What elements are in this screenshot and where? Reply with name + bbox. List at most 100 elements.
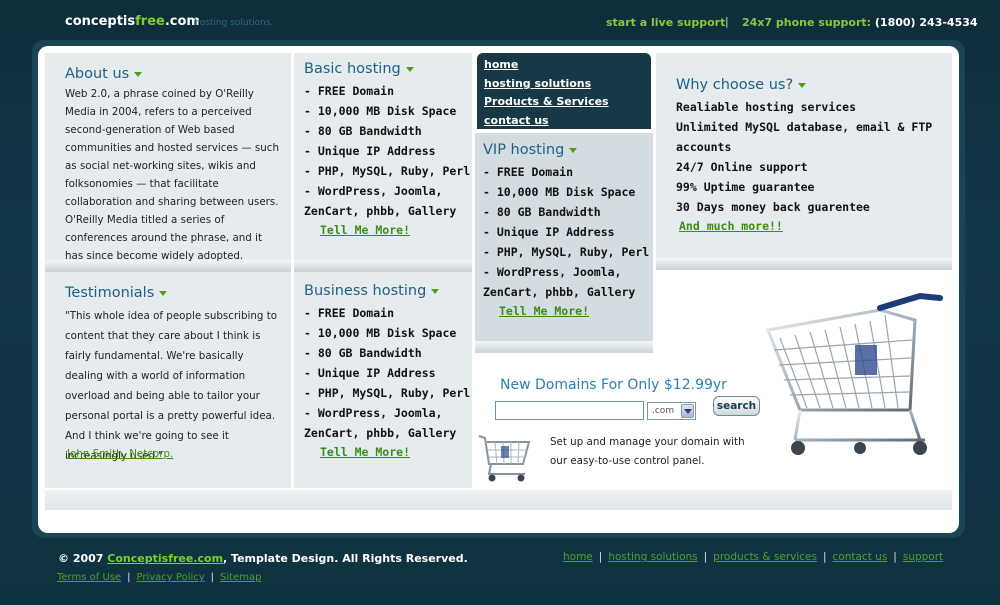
- chevron-down-icon: [431, 288, 440, 294]
- feature-item: - Unique IP Address: [483, 225, 615, 239]
- feature-item: - WordPress, Joomla,: [304, 184, 443, 198]
- feature-item: - FREE Domain: [304, 84, 395, 98]
- footer-legal-links: Terms of Use | Privacy Policy | Sitemap: [57, 572, 261, 583]
- vip-tell-me-more-link[interactable]: Tell Me More!: [499, 304, 589, 318]
- vip-hosting-title-text: VIP hosting: [483, 142, 565, 158]
- business-hosting-title: Business hosting: [304, 283, 440, 299]
- vip-hosting-title: VIP hosting: [483, 142, 578, 158]
- phone-support: 24x7 phone support: (1800) 243-4534: [742, 16, 978, 29]
- why-choose-list: Realiable hosting services Unlimited MyS…: [676, 97, 932, 217]
- chevron-down-icon[interactable]: [681, 404, 694, 418]
- copyright-site-link[interactable]: Conceptisfree.com: [107, 552, 223, 565]
- chevron-down-icon: [405, 66, 414, 72]
- bottom-strip: [45, 490, 952, 510]
- feature-item: - PHP, MySQL, Ruby, Perl: [483, 245, 650, 259]
- feature-item: - Unique IP Address: [304, 366, 436, 380]
- live-support-link[interactable]: start a live support: [606, 16, 725, 29]
- feature-item: - 80 GB Bandwidth: [304, 124, 422, 138]
- about-text: Web 2.0, a phrase coined by O'Reilly Med…: [65, 88, 279, 262]
- domain-search-input[interactable]: [495, 401, 644, 420]
- feature-item: - 10,000 MB Disk Space: [304, 326, 457, 340]
- footer-hosting-solutions-link[interactable]: hosting solutions: [608, 551, 697, 563]
- testimonial-author-link[interactable]: John Smith, Netcorp.: [67, 448, 173, 460]
- footer-support-link[interactable]: support: [903, 551, 943, 563]
- feature-item: - WordPress, Joomla,: [483, 265, 622, 279]
- phone-number: (1800) 243-4534: [874, 16, 978, 29]
- testimonials-title-text: Testimonials: [65, 285, 155, 301]
- domain-search-button[interactable]: search: [713, 396, 760, 416]
- footer-nav-links: home | hosting solutions | products & servic…: [563, 551, 943, 563]
- basic-hosting-features: - FREE Domain - 10,000 MB Disk Space - 8…: [304, 81, 470, 221]
- why-item: 30 Days money back guarentee: [676, 200, 870, 214]
- feature-item: ZenCart, phbb, Gallery: [304, 426, 457, 440]
- footer-products-services-link[interactable]: products & services: [713, 551, 817, 563]
- tld-select[interactable]: .com: [647, 402, 696, 420]
- link-separator: |: [598, 551, 603, 563]
- basic-tell-me-more-link[interactable]: Tell Me More!: [320, 223, 410, 237]
- why-item: accounts: [676, 140, 732, 154]
- basic-hosting-title: Basic hosting: [304, 61, 414, 77]
- nav-contact-us[interactable]: contact us: [484, 112, 651, 131]
- footer-contact-us-link[interactable]: contact us: [833, 551, 888, 563]
- feature-item: - WordPress, Joomla,: [304, 406, 443, 420]
- site-tagline: hosting solutions.: [194, 18, 274, 28]
- testimonial-quote: "This whole idea of people subscribing t…: [65, 310, 278, 462]
- why-choose-title-text: Why choose us?: [676, 77, 794, 93]
- business-tell-me-more-link[interactable]: Tell Me More!: [320, 445, 410, 459]
- footer-home-link[interactable]: home: [563, 551, 593, 563]
- feature-item: - FREE Domain: [304, 306, 395, 320]
- shopping-cart-icon: [765, 292, 943, 455]
- panel-divider: [294, 260, 472, 272]
- vip-hosting-features: - FREE Domain - 10,000 MB Disk Space - 8…: [483, 162, 649, 302]
- feature-item: - Unique IP Address: [304, 144, 436, 158]
- feature-item: ZenCart, phbb, Gallery: [304, 204, 457, 218]
- nav-home[interactable]: home: [484, 56, 651, 75]
- chevron-down-icon: [159, 290, 168, 296]
- terms-of-use-link[interactable]: Terms of Use: [57, 572, 121, 583]
- testimonials-title: Testimonials: [65, 285, 168, 301]
- business-hosting-features: - FREE Domain - 10,000 MB Disk Space - 8…: [304, 303, 470, 443]
- logo-part-1: conceptis: [65, 14, 136, 29]
- link-separator: |: [127, 572, 131, 583]
- domain-offer-title: New Domains For Only $12.99yr: [500, 377, 727, 393]
- phone-label: 24x7 phone support:: [742, 16, 872, 29]
- copyright-suffix: , Template Design. All Rights Reserved.: [223, 552, 468, 565]
- main-nav: home hosting solutions Products & Servic…: [477, 53, 651, 129]
- chevron-down-icon: [134, 71, 143, 77]
- why-item: Realiable hosting services: [676, 100, 857, 114]
- link-separator: |: [822, 551, 827, 563]
- feature-item: - 10,000 MB Disk Space: [304, 104, 457, 118]
- feature-item: - PHP, MySQL, Ruby, Perl: [304, 164, 471, 178]
- copyright-prefix: © 2007: [58, 552, 104, 565]
- about-title: About us: [65, 66, 143, 82]
- link-separator: |: [893, 551, 897, 563]
- site-logo[interactable]: conceptisfree.com: [65, 14, 200, 29]
- feature-item: - 80 GB Bandwidth: [304, 346, 422, 360]
- feature-item: - PHP, MySQL, Ruby, Perl: [304, 386, 471, 400]
- feature-item: - FREE Domain: [483, 165, 574, 179]
- small-cart-icon: [478, 435, 531, 482]
- panel-divider: [656, 258, 952, 270]
- about-title-text: About us: [65, 66, 130, 82]
- why-item: 24/7 Online support: [676, 160, 808, 174]
- tld-selected-value: .com: [652, 406, 675, 416]
- and-much-more-link[interactable]: And much more!!: [679, 219, 783, 233]
- why-item: Unlimited MySQL database, email & FTP: [676, 120, 933, 134]
- feature-item: - 10,000 MB Disk Space: [483, 185, 636, 199]
- feature-item: ZenCart, phbb, Gallery: [483, 285, 636, 299]
- nav-hosting-solutions[interactable]: hosting solutions: [484, 75, 651, 94]
- copyright: © 2007 Conceptisfree.com, Template Desig…: [58, 552, 468, 565]
- privacy-policy-link[interactable]: Privacy Policy: [137, 572, 205, 583]
- link-separator: |: [210, 572, 215, 583]
- business-hosting-title-text: Business hosting: [304, 283, 427, 299]
- chevron-down-icon: [569, 147, 578, 153]
- logo-part-2: free: [135, 14, 165, 29]
- link-separator: |: [703, 551, 708, 563]
- chevron-down-icon: [798, 82, 807, 88]
- sitemap-link[interactable]: Sitemap: [220, 572, 261, 583]
- why-choose-title: Why choose us?: [676, 77, 807, 93]
- nav-products-services[interactable]: Products & Services: [484, 93, 651, 112]
- feature-item: - 80 GB Bandwidth: [483, 205, 601, 219]
- header-separator: |: [725, 15, 729, 28]
- basic-hosting-title-text: Basic hosting: [304, 61, 401, 77]
